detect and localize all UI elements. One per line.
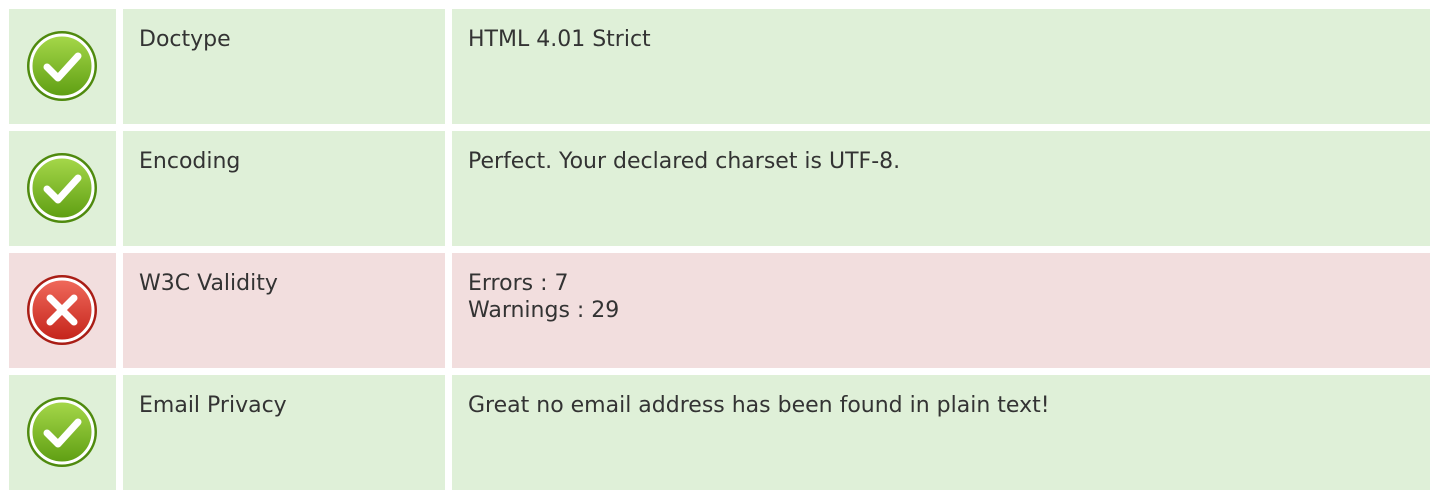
result-row-doctype: Doctype HTML 4.01 Strict xyxy=(9,9,1430,124)
check-label: Doctype xyxy=(123,9,445,124)
check-label: Email Privacy xyxy=(123,375,445,490)
check-value: Perfect. Your declared charset is UTF-8. xyxy=(452,131,1430,246)
result-row-encoding: Encoding Perfect. Your declared charset … xyxy=(9,131,1430,246)
check-value: Great no email address has been found in… xyxy=(452,375,1430,490)
check-label: W3C Validity xyxy=(123,253,445,368)
value-line: Great no email address has been found in… xyxy=(468,393,1050,418)
status-cell xyxy=(9,375,116,490)
cross-icon xyxy=(27,275,97,345)
check-value: HTML 4.01 Strict xyxy=(452,9,1430,124)
value-line: HTML 4.01 Strict xyxy=(468,27,651,52)
check-label: Encoding xyxy=(123,131,445,246)
check-icon xyxy=(27,31,97,101)
check-icon xyxy=(27,397,97,467)
status-cell xyxy=(9,253,116,368)
check-icon xyxy=(27,153,97,223)
status-cell xyxy=(9,131,116,246)
status-cell xyxy=(9,9,116,124)
results-table: Doctype HTML 4.01 Strict Encoding Perfec… xyxy=(9,9,1430,490)
check-value: Errors : 7 Warnings : 29 xyxy=(452,253,1430,368)
warnings-count: Warnings : 29 xyxy=(468,298,620,323)
result-row-w3c-validity: W3C Validity Errors : 7 Warnings : 29 xyxy=(9,253,1430,368)
errors-count: Errors : 7 xyxy=(468,271,569,296)
result-row-email-privacy: Email Privacy Great no email address has… xyxy=(9,375,1430,490)
value-line: Perfect. Your declared charset is UTF-8. xyxy=(468,149,901,174)
